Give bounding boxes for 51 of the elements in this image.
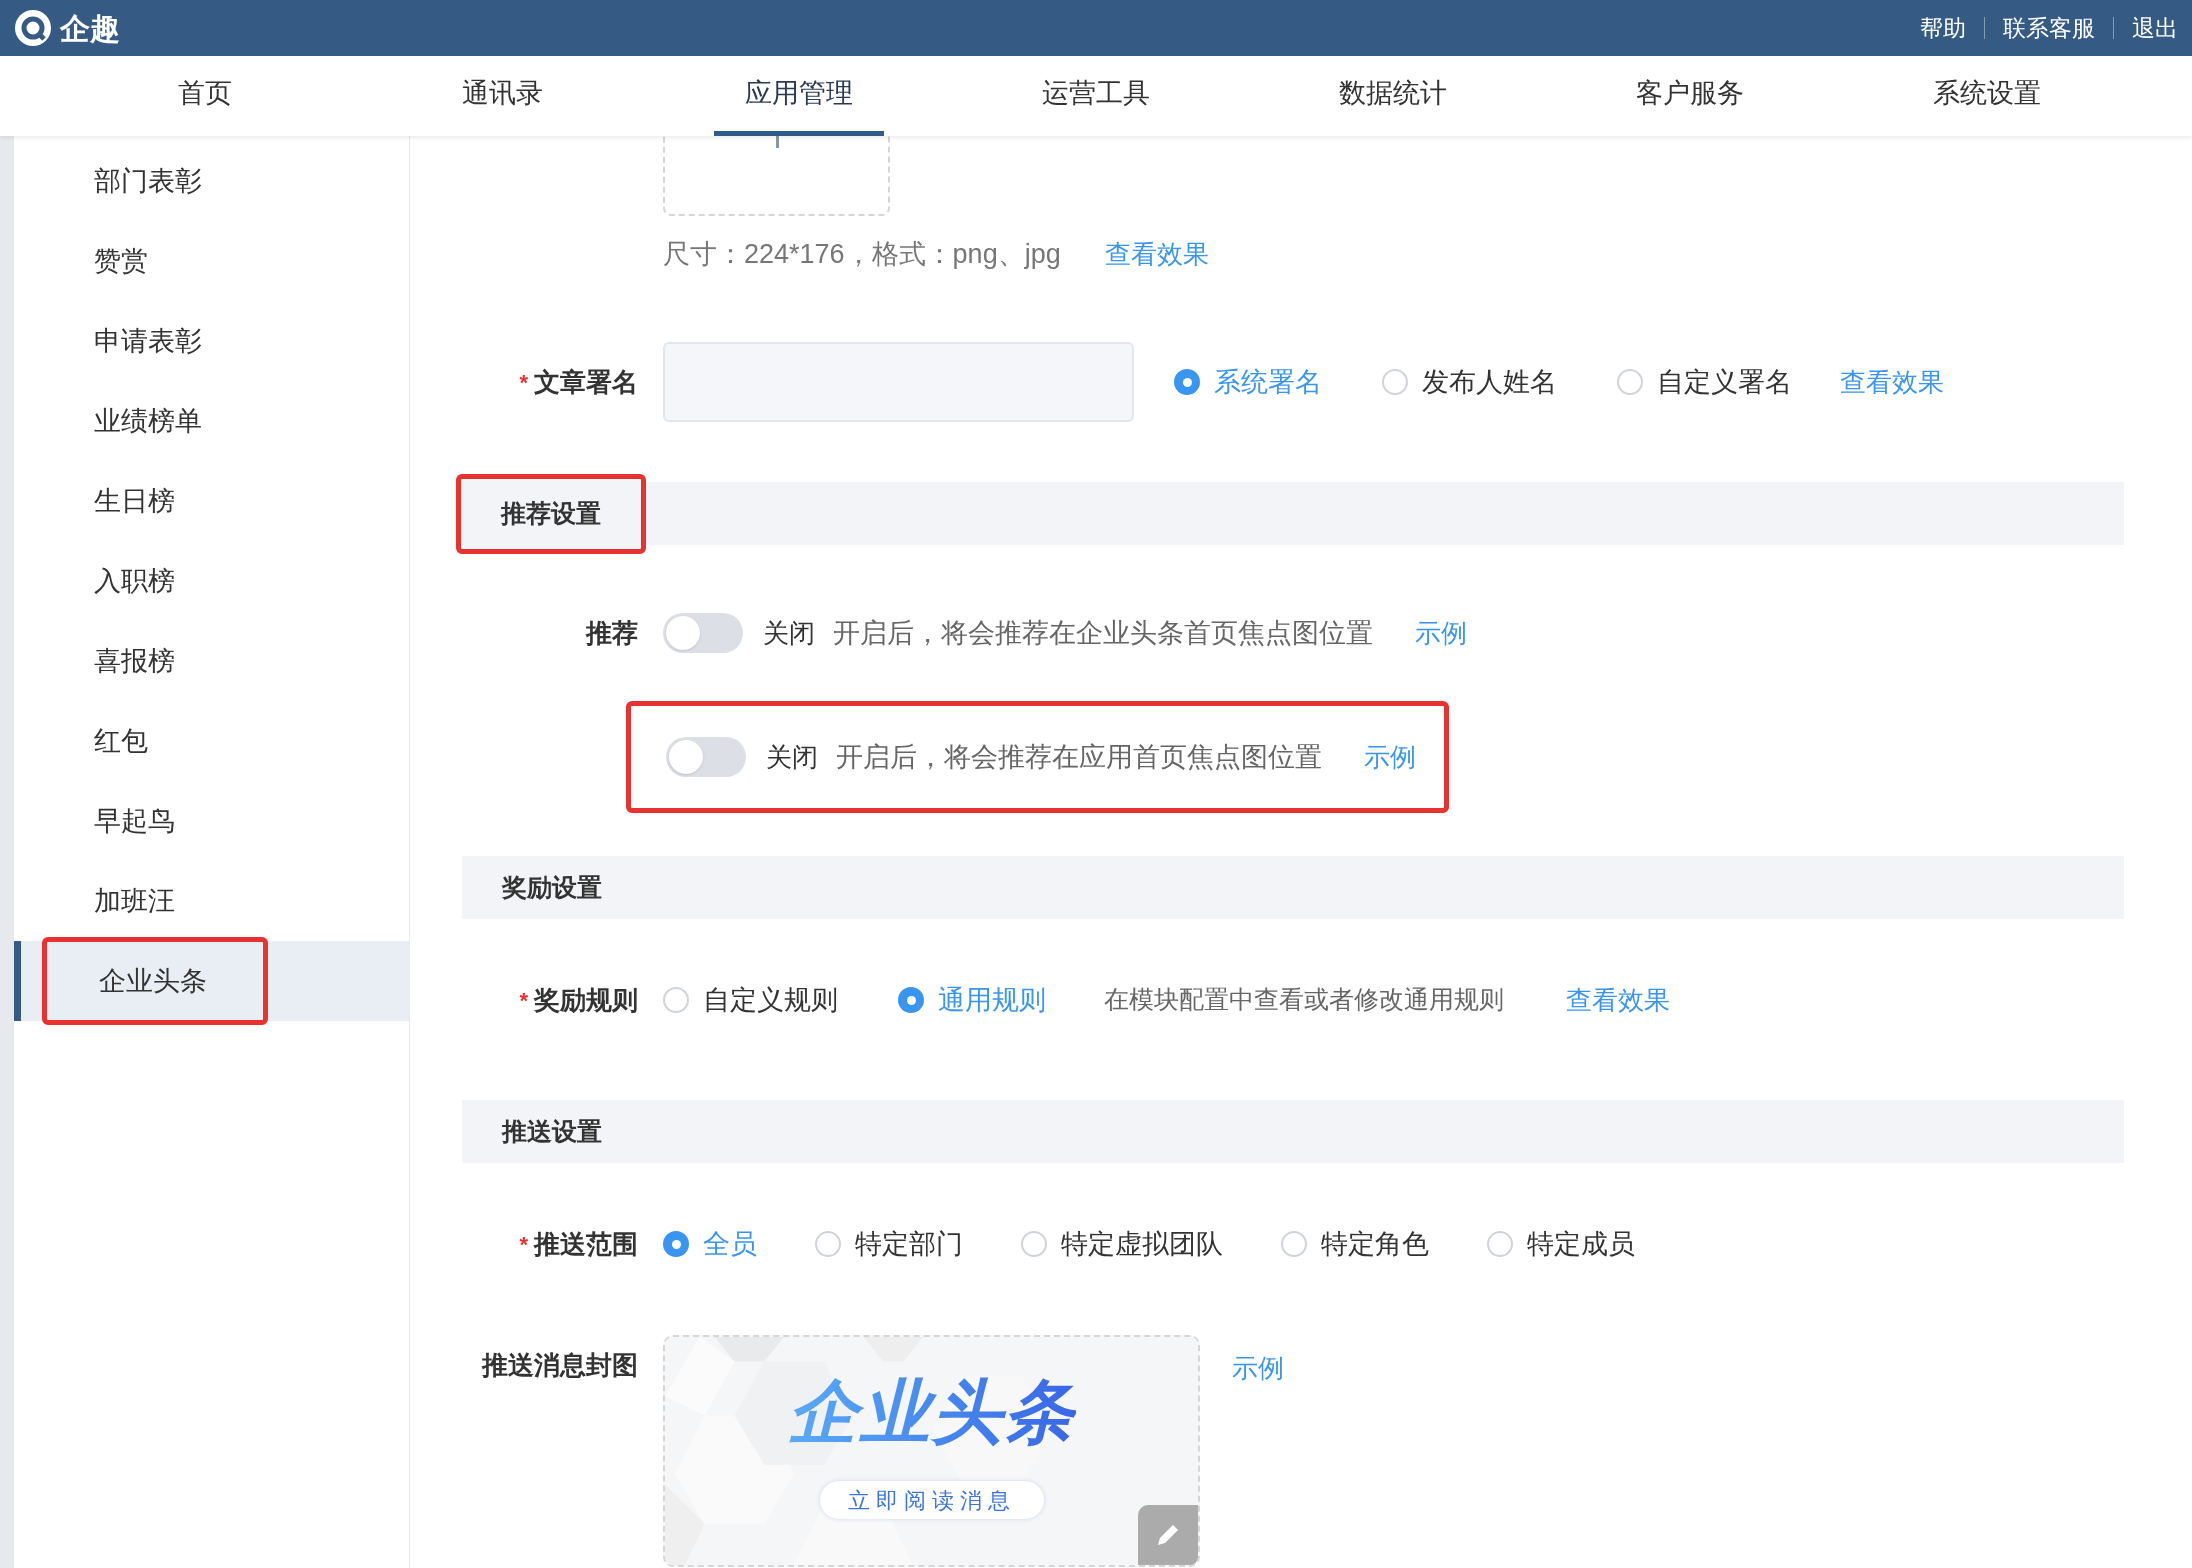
required-mark: * [519, 368, 528, 397]
sidebar-item[interactable]: 生日榜 [42, 471, 268, 531]
sidebar-item[interactable]: 喜报榜 [42, 631, 268, 691]
sidebar-item[interactable]: 企业头条 [42, 937, 268, 1025]
radio-option[interactable]: 特定部门 [815, 1223, 963, 1265]
sidebar-item[interactable]: 申请表彰 [42, 311, 268, 371]
section-title: 奖励设置 [500, 871, 603, 903]
toggle-state: 关闭 [766, 740, 818, 774]
radio-option[interactable]: 特定虚拟团队 [1021, 1223, 1223, 1265]
description-text: 开启后，将会推荐在应用首页焦点图位置 [836, 740, 1322, 774]
radio-option[interactable]: 自定义规则 [663, 979, 838, 1021]
description-text: 开启后，将会推荐在企业头条首页焦点图位置 [833, 616, 1373, 650]
nav-tab[interactable]: 数据统计 [1308, 56, 1478, 136]
field-label: 推送范围 [534, 1227, 638, 1261]
toggle-switch[interactable] [663, 613, 743, 653]
field-label: 推送消息封图 [482, 1348, 638, 1382]
sidebar-item[interactable]: 入职榜 [42, 551, 268, 611]
field-label: 奖励规则 [534, 983, 638, 1017]
hint-text: 尺寸：224*176，格式：png、jpg [663, 237, 1061, 271]
sidebar-item[interactable]: 加班汪 [42, 871, 268, 931]
logo-icon [14, 9, 52, 47]
nav-tab[interactable]: 应用管理 [714, 56, 884, 136]
section-title: 推送设置 [500, 1115, 603, 1147]
toggle-state: 关闭 [763, 616, 815, 650]
radio-option[interactable]: 发布人姓名 [1382, 361, 1557, 403]
radio-option[interactable]: 特定成员 [1487, 1223, 1635, 1265]
nav-tab[interactable]: 运营工具 [1011, 56, 1181, 136]
field-label: 推荐 [586, 616, 638, 650]
nav-tab[interactable]: 客户服务 [1605, 56, 1775, 136]
sidebar-item[interactable]: 部门表彰 [42, 151, 268, 211]
nav-tab[interactable]: 通讯录 [417, 56, 587, 136]
radio-option[interactable]: 特定角色 [1281, 1223, 1429, 1265]
header-link[interactable]: 联系客服 [2003, 10, 2095, 46]
header-link[interactable]: 退出 [2132, 10, 2178, 46]
radio-option[interactable]: 自定义署名 [1617, 361, 1792, 403]
sidebar-item[interactable]: 红包 [42, 711, 268, 771]
sidebar-item[interactable]: 赞赏 [42, 231, 268, 291]
sidebar-item[interactable]: 业绩榜单 [42, 391, 268, 451]
header-link[interactable]: 帮助 [1920, 10, 1966, 46]
edit-icon[interactable] [1138, 1505, 1198, 1565]
required-mark: * [519, 986, 528, 1015]
section-title: 推荐设置 [456, 473, 646, 554]
required-mark: * [519, 1230, 528, 1259]
nav-tab[interactable]: 系统设置 [1902, 56, 2072, 136]
brand-name: 企趣 [60, 10, 120, 47]
sidebar-item[interactable]: 早起鸟 [42, 791, 268, 851]
note-text: 在模块配置中查看或者修改通用规则 [1104, 984, 1504, 1016]
toggle-switch[interactable] [666, 737, 746, 777]
input-field[interactable] [663, 342, 1134, 422]
field-label: 文章署名 [534, 365, 638, 399]
nav-tab[interactable]: 首页 [120, 56, 290, 136]
